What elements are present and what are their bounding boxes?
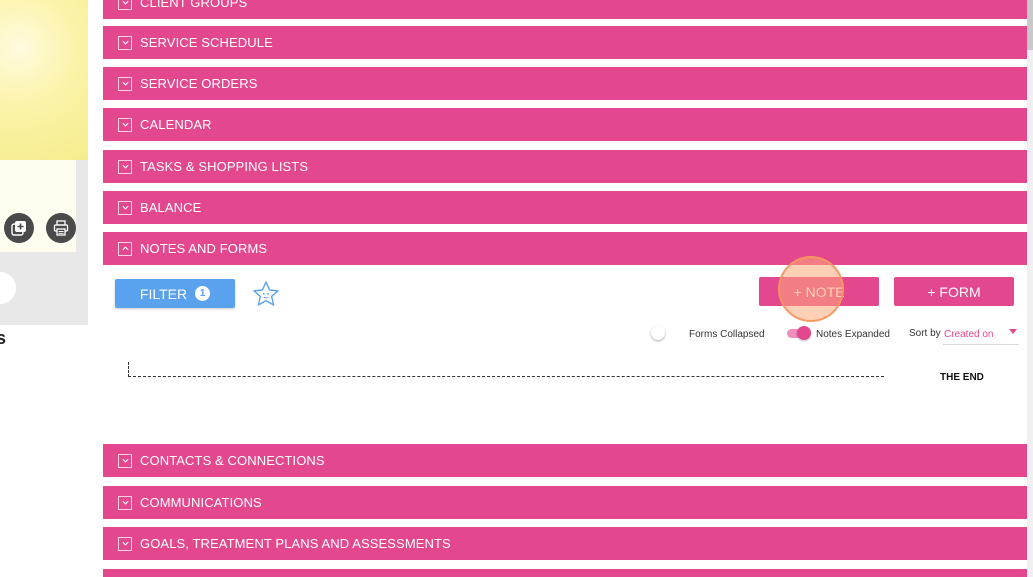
- section-service-schedule[interactable]: SERVICE SCHEDULE: [103, 26, 1027, 59]
- section-balance[interactable]: BALANCE: [103, 191, 1027, 224]
- chevron-down-icon: [118, 0, 132, 10]
- section-client-groups[interactable]: CLIENT GROUPS: [103, 0, 1027, 19]
- add-note-button[interactable]: + NOTE: [759, 277, 879, 306]
- section-goals-treatment-plans[interactable]: GOALS, TREATMENT PLANS AND ASSESSMENTS: [103, 527, 1027, 560]
- section-communications[interactable]: COMMUNICATIONS: [103, 486, 1027, 519]
- chevron-down-icon: [118, 117, 132, 132]
- profile-banner: [0, 0, 88, 160]
- profile-avatar-edge[interactable]: [0, 272, 16, 304]
- add-copy-icon: [11, 221, 26, 236]
- notes-expanded-toggle[interactable]: [785, 326, 811, 340]
- chevron-down-icon: [118, 200, 132, 215]
- chevron-down-icon: [118, 35, 132, 50]
- section-tasks-shopping-lists[interactable]: TASKS & SHOPPING LISTS: [103, 150, 1027, 183]
- section-label: CLIENT GROUPS: [140, 0, 248, 10]
- section-calendar[interactable]: CALENDAR: [103, 108, 1027, 141]
- chevron-down-icon: [118, 495, 132, 510]
- section-next-partial[interactable]: [103, 569, 1027, 577]
- section-label: BALANCE: [140, 200, 202, 215]
- filter-button-label: FILTER: [139, 285, 188, 302]
- chevron-down-icon: [118, 536, 132, 551]
- forms-toggle-label: Forms Collapsed: [689, 329, 765, 340]
- filter-button[interactable]: FILTER 1: [115, 279, 235, 308]
- sort-selected-value: Created on: [944, 329, 994, 340]
- section-service-orders[interactable]: SERVICE ORDERS: [103, 67, 1027, 100]
- profile-name-fragment: s: [0, 328, 7, 348]
- forms-collapsed-toggle[interactable]: [651, 326, 677, 340]
- timeline-end-label: THE END: [940, 372, 984, 383]
- print-button[interactable]: [46, 213, 76, 243]
- notes-toggle-label: Notes Expanded: [816, 329, 890, 340]
- section-notes-and-forms[interactable]: NOTES AND FORMS: [103, 232, 1027, 265]
- section-label: NOTES AND FORMS: [140, 241, 268, 256]
- section-label: CALENDAR: [140, 117, 212, 132]
- printer-icon: [53, 220, 69, 236]
- profile-panel: s: [0, 0, 88, 348]
- section-contacts-connections[interactable]: CONTACTS & CONNECTIONS: [103, 444, 1027, 477]
- notes-timeline: [128, 362, 884, 377]
- sort-select[interactable]: Created on: [943, 326, 1019, 345]
- section-label: SERVICE SCHEDULE: [140, 35, 273, 50]
- scrollbar-thumb[interactable]: [1027, 0, 1033, 50]
- sort-by-label: Sort by: [909, 328, 941, 339]
- chevron-down-icon: [118, 76, 132, 91]
- section-label: GOALS, TREATMENT PLANS AND ASSESSMENTS: [140, 536, 451, 551]
- chevron-down-icon: [118, 453, 132, 468]
- chevron-down-icon: [118, 159, 132, 174]
- section-label: COMMUNICATIONS: [140, 495, 262, 510]
- caret-down-icon: [1009, 329, 1017, 334]
- section-label: CONTACTS & CONNECTIONS: [140, 453, 325, 468]
- chevron-up-icon: [118, 241, 132, 256]
- page-scrollbar[interactable]: [1027, 0, 1033, 577]
- section-label: SERVICE ORDERS: [140, 76, 258, 91]
- notes-and-forms-panel: FILTER 1 + NOTE + FORM Forms Collapsed N…: [103, 256, 1027, 438]
- section-label: TASKS & SHOPPING LISTS: [140, 159, 309, 174]
- favorites-star-icon[interactable]: [251, 280, 281, 308]
- add-note-round-button[interactable]: [4, 213, 34, 243]
- add-form-button[interactable]: + FORM: [894, 277, 1014, 306]
- filter-count-badge: 1: [195, 286, 211, 301]
